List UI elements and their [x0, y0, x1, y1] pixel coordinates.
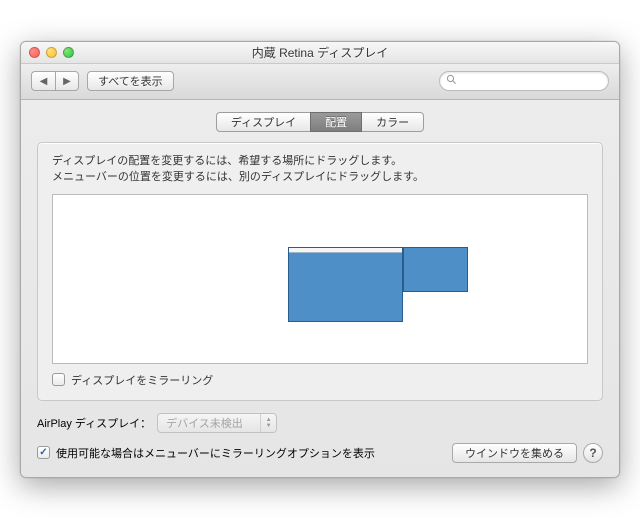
display-main[interactable]	[288, 247, 403, 322]
content-area: ディスプレイ 配置 カラー ディスプレイの配置を変更するには、希望する場所にドラ…	[21, 100, 619, 477]
mirror-label: ディスプレイをミラーリング	[71, 372, 213, 388]
chevron-left-icon: ◀	[40, 76, 48, 87]
minimize-icon[interactable]	[46, 47, 57, 58]
menubar-handle[interactable]	[289, 248, 402, 253]
tab-color[interactable]: カラー	[362, 112, 424, 132]
airplay-row: AirPlay ディスプレイ： デバイス未検出 ▲▼	[37, 413, 603, 433]
show-mirror-option-checkbox[interactable]	[37, 446, 50, 459]
footer-row: 使用可能な場合はメニューバーにミラーリングオプションを表示 ウインドウを集める …	[37, 443, 603, 463]
tab-display[interactable]: ディスプレイ	[216, 112, 310, 132]
prefs-window: 内蔵 Retina ディスプレイ ◀ ▶ すべてを表示 ディスプレイ	[20, 41, 620, 478]
back-button[interactable]: ◀	[31, 71, 55, 91]
forward-button[interactable]: ▶	[55, 71, 79, 91]
display-external[interactable]	[403, 247, 468, 292]
mirror-checkbox[interactable]	[52, 373, 65, 386]
arrangement-group: ディスプレイの配置を変更するには、希望する場所にドラッグします。 メニューバーの…	[37, 142, 603, 401]
instructions-line2: メニューバーの位置を変更するには、別のディスプレイにドラッグします。	[52, 169, 588, 186]
help-button[interactable]: ?	[583, 443, 603, 463]
search-icon	[446, 74, 457, 88]
show-all-button[interactable]: すべてを表示	[87, 71, 174, 91]
instructions-line1: ディスプレイの配置を変更するには、希望する場所にドラッグします。	[52, 153, 588, 170]
show-mirror-option-label: 使用可能な場合はメニューバーにミラーリングオプションを表示	[56, 445, 375, 461]
titlebar[interactable]: 内蔵 Retina ディスプレイ	[21, 42, 619, 64]
search-field[interactable]	[439, 71, 609, 91]
toolbar: ◀ ▶ すべてを表示	[21, 64, 619, 100]
arrangement-canvas[interactable]	[52, 194, 588, 364]
tab-color-label: カラー	[376, 114, 409, 130]
nav-group: ◀ ▶	[31, 71, 79, 91]
airplay-label: AirPlay ディスプレイ：	[37, 415, 151, 431]
window-title: 内蔵 Retina ディスプレイ	[21, 44, 619, 61]
mirror-row: ディスプレイをミラーリング	[52, 372, 588, 388]
instructions: ディスプレイの配置を変更するには、希望する場所にドラッグします。 メニューバーの…	[52, 153, 588, 186]
tab-arrangement-label: 配置	[325, 114, 347, 130]
close-icon[interactable]	[29, 47, 40, 58]
show-all-label: すべてを表示	[98, 73, 163, 89]
airplay-popup: デバイス未検出 ▲▼	[157, 413, 277, 433]
airplay-selected: デバイス未検出	[166, 415, 243, 431]
gather-windows-button[interactable]: ウインドウを集める	[452, 443, 577, 463]
search-input[interactable]	[461, 74, 607, 88]
zoom-icon[interactable]	[63, 47, 74, 58]
popup-arrows-icon: ▲▼	[260, 414, 276, 432]
chevron-right-icon: ▶	[63, 76, 71, 87]
tab-display-label: ディスプレイ	[231, 114, 296, 130]
gather-windows-label: ウインドウを集める	[465, 445, 564, 461]
help-icon: ?	[589, 446, 596, 460]
tab-arrangement[interactable]: 配置	[310, 112, 362, 132]
traffic-lights	[21, 47, 74, 58]
tabs: ディスプレイ 配置 カラー	[37, 112, 603, 132]
